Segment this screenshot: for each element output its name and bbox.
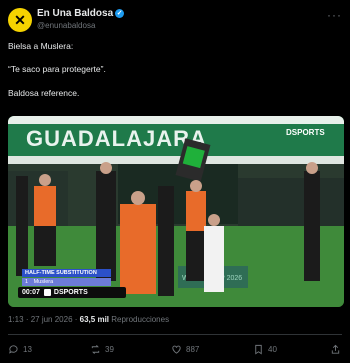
author-name-row[interactable]: En Una Baldosa ✓	[37, 8, 125, 19]
views-label: Reproducciones	[111, 315, 170, 324]
view-count: 63,5 mil	[79, 315, 110, 324]
retweet-icon	[91, 345, 100, 354]
bookmark-count: 40	[268, 345, 277, 354]
author-handle[interactable]: @enunabaldosa	[37, 21, 95, 30]
scorebug-logo: DSPORTS	[53, 289, 88, 296]
bookmark-icon	[255, 344, 262, 355]
heart-icon	[172, 345, 181, 354]
tweet-media-video[interactable]: GUADALAJARA DSPORTS WORLD CUP 2026	[8, 116, 344, 307]
tweet-meta: 1:13 · 27 jun 2026 · 63,5 mil Reproducci…	[8, 315, 170, 324]
share-button[interactable]	[330, 344, 341, 355]
like-count: 887	[186, 345, 200, 354]
player-name: Muslera	[33, 279, 54, 285]
broadcaster-icon	[43, 289, 51, 296]
divider	[8, 334, 342, 335]
reply-icon	[9, 345, 18, 354]
tweet-text-line: Baldosa reference.	[8, 88, 80, 98]
tweet: ✕ En Una Baldosa ✓ @enunabaldosa ··· Biel…	[0, 0, 350, 363]
tweet-header: ✕ En Una Baldosa ✓ @enunabaldosa ···	[8, 6, 342, 36]
reply-button[interactable]: 13	[8, 344, 32, 355]
tweet-text-line: Bielsa a Muslera:	[8, 41, 74, 51]
tweet-text-line: “Te saco para protegerte”.	[8, 64, 106, 74]
action-bar: 13 39 887 40	[8, 344, 342, 360]
substitution-header: HALF-TIME SUBSTITUTION	[22, 269, 111, 277]
bookmark-button[interactable]: 40	[253, 344, 277, 355]
stadium-banner: GUADALAJARA	[26, 126, 207, 151]
retweet-button[interactable]: 39	[90, 344, 114, 355]
avatar[interactable]: ✕	[8, 8, 32, 32]
match-clock: 00:07	[22, 289, 40, 296]
retweet-count: 39	[105, 345, 114, 354]
substitution-player-row: 1 Muslera	[22, 278, 111, 286]
player-number: 1	[25, 279, 29, 285]
verified-badge-icon: ✓	[115, 8, 125, 18]
post-date[interactable]: 27 jun 2026	[31, 315, 73, 324]
scorebug: 00:07 DSPORTS	[18, 287, 126, 298]
post-time[interactable]: 1:13	[8, 315, 24, 324]
broadcaster-logo: DSPORTS	[286, 128, 325, 137]
like-button[interactable]: 887	[171, 344, 199, 355]
share-icon	[331, 344, 340, 354]
more-options-icon[interactable]: ···	[327, 8, 342, 22]
display-name[interactable]: En Una Baldosa	[37, 8, 113, 19]
reply-count: 13	[23, 345, 32, 354]
substitution-graphic: HALF-TIME SUBSTITUTION 1 Muslera	[22, 269, 122, 289]
